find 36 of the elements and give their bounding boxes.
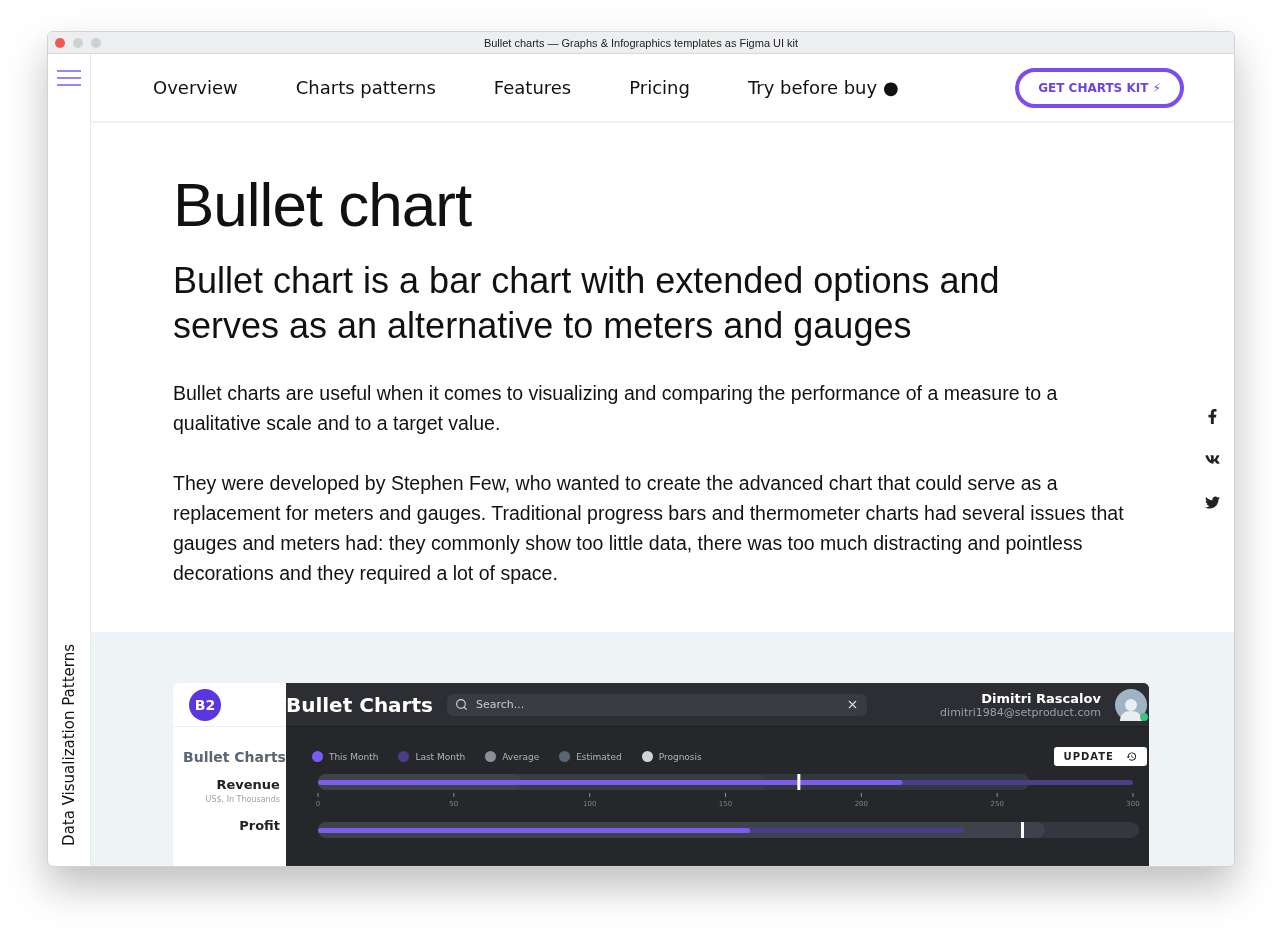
app-title: Bullet Charts — [285, 692, 433, 717]
history-icon — [1125, 751, 1137, 762]
legend-item: This Month — [311, 751, 379, 762]
vk-icon[interactable] — [1204, 452, 1220, 467]
legend-item: Estimated — [559, 751, 622, 762]
row-label: Profit — [239, 818, 280, 833]
nav-link[interactable]: Pricing — [629, 77, 690, 98]
lead-text: Bullet chart is a bar chart with extended options and serves as an alternative to meters and gauges — [173, 259, 1001, 348]
nav-link[interactable]: Overview — [153, 77, 238, 98]
page-title: Bullet chart — [173, 169, 473, 240]
menu-icon[interactable] — [57, 70, 81, 86]
close-icon[interactable] — [55, 38, 65, 48]
legend-item: Prognosis — [641, 751, 702, 762]
twitter-icon[interactable] — [1204, 495, 1220, 510]
row-unit: US$, In Thousands — [205, 795, 280, 804]
search-bar[interactable]: Search... — [446, 693, 867, 716]
row-label: Revenue — [216, 777, 280, 792]
user-email: dimitri1984@setproduct.com — [940, 705, 1101, 719]
window-title: Bullet charts — Graphs & Infographics templates as Figma UI kit — [483, 36, 799, 49]
body-paragraph: They were developed by Stephen Few, who wanted to create the advanced chart that could serve as a replacement for meters and gauges. Traditional progress bars and thermometer charts had several issues that gauges and meters had: they commonly show too little data, there was too much distracting and pointless decorations and they required a lot of space. — [173, 471, 1125, 586]
user-name: Dimitri Rascalov — [981, 690, 1101, 706]
sidebar-label: Data Visualization Patterns — [60, 644, 78, 846]
get-kit-button[interactable]: GET CHARTS KIT ⚡ — [1015, 67, 1184, 108]
section-title: Bullet Charts — [183, 749, 286, 765]
legend-item: Last Month — [398, 751, 466, 762]
person-icon — [1119, 696, 1142, 721]
search-field[interactable]: Search... — [473, 697, 840, 712]
update-button[interactable]: UPDATE — [1053, 747, 1147, 766]
avatar[interactable] — [1114, 688, 1147, 721]
app-logo: B2 — [189, 688, 221, 721]
nav-link[interactable]: Features — [493, 77, 572, 98]
body-paragraph: Bullet charts are useful when it comes to visualizing and comparing the performance of a measure to a qualitative scale and to a target value. — [173, 381, 1059, 436]
legend-item: Average — [485, 751, 540, 762]
search-icon — [454, 698, 468, 711]
nav-link[interactable]: Try before buy ● — [747, 77, 899, 98]
nav-link[interactable]: Charts patterns — [295, 77, 436, 98]
